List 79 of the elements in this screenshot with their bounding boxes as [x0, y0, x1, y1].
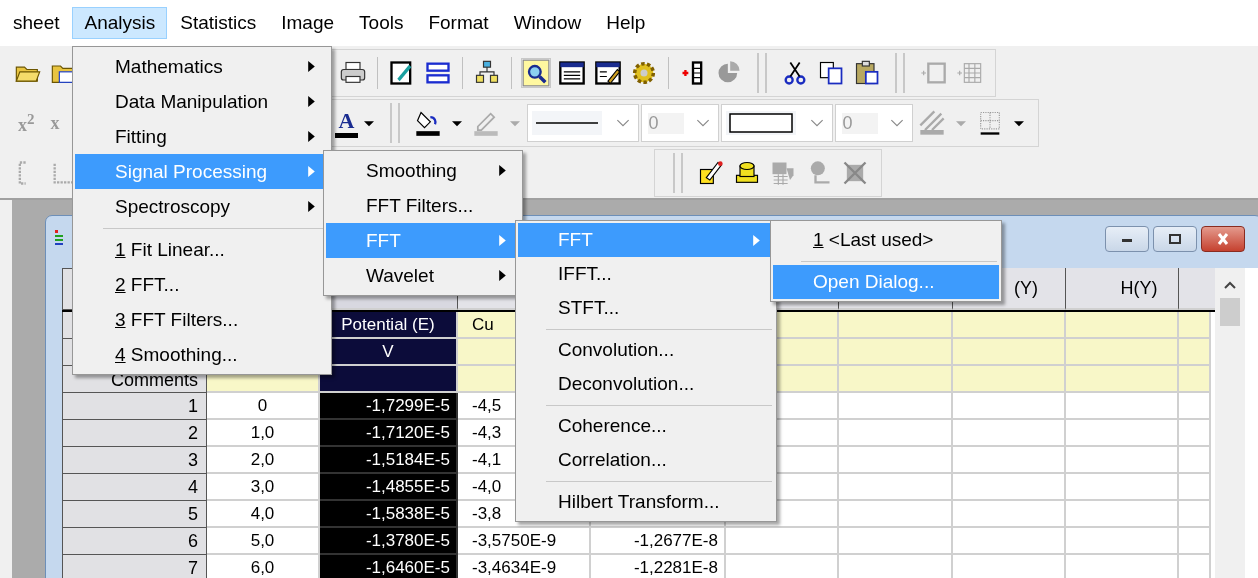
submenu-arrow-icon — [499, 165, 506, 176]
menu-bar-item[interactable]: Statistics — [168, 7, 269, 39]
row-number: 2 — [62, 420, 207, 447]
vertical-scrollbar[interactable] — [1215, 268, 1245, 578]
chevron-down-icon — [696, 118, 711, 128]
menu-bar-item[interactable]: Image — [269, 7, 347, 39]
table-cell — [1179, 339, 1211, 366]
menu-bar-item[interactable]: Window — [501, 7, 594, 39]
toolbar-grip[interactable] — [757, 53, 767, 93]
menu-bar-item[interactable]: Tools — [347, 7, 416, 39]
minimize-button[interactable] — [1105, 226, 1149, 252]
table-cell: -1,2677E-8 — [591, 528, 726, 555]
submenu-arrow-icon — [308, 166, 315, 177]
table-cell — [1179, 312, 1211, 339]
table-cell: -1,7120E-5 — [320, 420, 458, 447]
chevron-down-icon — [810, 118, 825, 128]
close-button[interactable] — [1201, 226, 1245, 252]
table-cell: -3,5750E-9 — [458, 528, 591, 555]
copy-icon[interactable] — [817, 59, 845, 87]
paste-icon[interactable] — [853, 59, 881, 87]
table-cell — [1179, 501, 1211, 528]
table-cell — [1179, 393, 1211, 420]
menu-bar-item[interactable]: sheet — [0, 7, 72, 39]
menu-bar-item[interactable]: Format — [416, 7, 501, 39]
crossed-box-icon[interactable] — [841, 159, 869, 187]
menu-item[interactable]: Mathematics — [75, 49, 329, 84]
submenu-arrow-icon — [308, 201, 315, 212]
column-header[interactable]: H(Y) — [1066, 268, 1179, 310]
menu-item[interactable]: Smoothing — [326, 153, 520, 188]
chevron-down-icon — [890, 118, 905, 128]
table-cell — [1179, 474, 1211, 501]
restore-button[interactable] — [1153, 226, 1197, 252]
menu-item[interactable]: IFFT... — [518, 257, 774, 291]
submenu-arrow-icon — [499, 270, 506, 281]
table-cell: -1,5184E-5 — [320, 447, 458, 474]
submenu-arrow-icon — [308, 131, 315, 142]
table-cell — [1179, 528, 1211, 555]
row-number: 3 — [62, 447, 207, 474]
menu-bar-item[interactable]: Analysis — [72, 7, 168, 39]
submenu-arrow-icon — [308, 61, 315, 72]
table-cell: -3,4634E-9 — [458, 555, 591, 578]
table-cell: -1,4855E-5 — [320, 474, 458, 501]
rectangle-icon — [726, 111, 797, 135]
table-cell: -1,5838E-5 — [320, 501, 458, 528]
submenu-arrow-icon — [308, 96, 315, 107]
table-cell: -1,6460E-5 — [320, 555, 458, 578]
chevron-down-icon — [616, 118, 631, 128]
menu-item[interactable]: Data Manipulation — [75, 84, 329, 119]
scrollbar-thumb[interactable] — [1220, 298, 1240, 326]
submenu-arrow-icon — [753, 235, 760, 246]
menu-item[interactable]: Fitting — [75, 119, 329, 154]
toolbar-grip[interactable] — [673, 153, 683, 193]
table-cell: -1,3780E-5 — [320, 528, 458, 555]
submenu-arrow-icon — [499, 235, 506, 246]
menu-item[interactable]: FFT Filters... — [326, 188, 520, 223]
row-number: 4 — [62, 474, 207, 501]
menu-bar-item[interactable]: Help — [594, 7, 658, 39]
table-cell — [1179, 447, 1211, 474]
line-style-dropdown[interactable] — [527, 104, 640, 142]
magnifier-icon[interactable] — [522, 59, 550, 87]
table-cell: -1,7299E-5 — [320, 393, 458, 420]
row-number: 5 — [62, 501, 207, 528]
scroll-up-icon[interactable] — [1223, 280, 1237, 290]
row-number: 1 — [62, 393, 207, 420]
toolbar-grip[interactable] — [390, 103, 401, 143]
row-number: 7 — [62, 555, 207, 578]
gear-icon[interactable] — [630, 59, 658, 87]
pencil-note-icon[interactable] — [697, 159, 725, 187]
border-style-dropdown[interactable] — [721, 104, 834, 142]
bucket-icon[interactable] — [414, 109, 443, 137]
menu-item[interactable]: 1 <Last used> — [773, 223, 999, 257]
table-cell — [1179, 420, 1211, 447]
table-cell — [1179, 366, 1211, 393]
toolbar-grip[interactable] — [895, 53, 905, 93]
row-number: 6 — [62, 528, 207, 555]
table-icon[interactable] — [558, 59, 586, 87]
form-pencil-icon[interactable] — [594, 59, 622, 87]
line-sample-icon — [532, 111, 603, 135]
table-cell: -1,2281E-8 — [591, 555, 726, 578]
